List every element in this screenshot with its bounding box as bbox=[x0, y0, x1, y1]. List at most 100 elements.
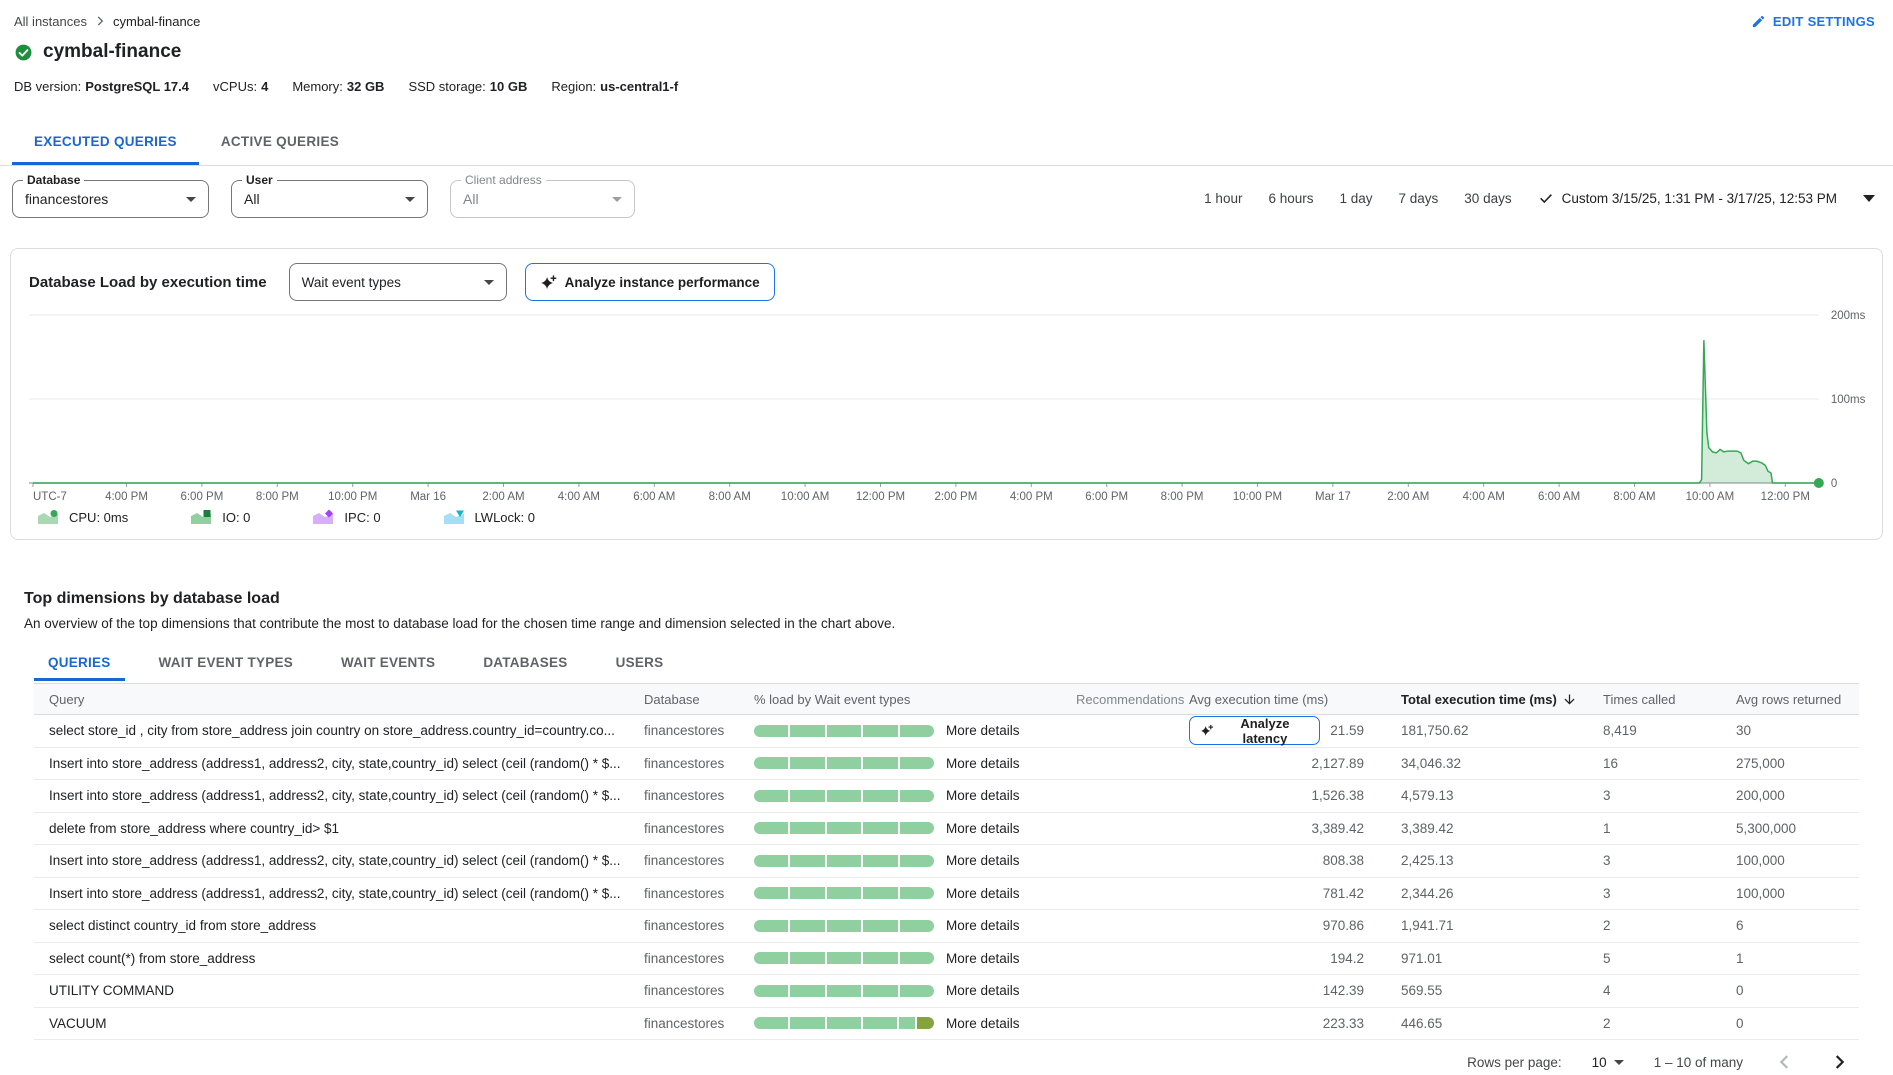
edit-settings-label: EDIT SETTINGS bbox=[1773, 14, 1875, 29]
healthy-check-icon bbox=[14, 43, 33, 62]
more-details-link[interactable]: More details bbox=[946, 788, 1020, 803]
tab-executed-queries[interactable]: EXECUTED QUERIES bbox=[12, 121, 199, 165]
meta-label: vCPUs: bbox=[213, 79, 257, 94]
tab-active-queries[interactable]: ACTIVE QUERIES bbox=[199, 121, 361, 165]
time-range-option-30-days[interactable]: 30 days bbox=[1464, 191, 1511, 206]
chevron-right-icon bbox=[1828, 1051, 1850, 1073]
instance-meta-item: vCPUs:4 bbox=[213, 79, 268, 94]
more-details-link[interactable]: More details bbox=[946, 1016, 1020, 1031]
dimension-select[interactable]: Wait event types bbox=[289, 263, 507, 301]
legend-item-lwlock[interactable]: LWLock: 0 bbox=[443, 509, 535, 525]
avg-execution-time-cell: 3,389.42 bbox=[1189, 821, 1364, 836]
legend-item-io[interactable]: IO: 0 bbox=[190, 509, 250, 525]
times-called-cell: 4 bbox=[1603, 983, 1736, 998]
load-bar bbox=[754, 725, 934, 737]
edit-settings-button[interactable]: EDIT SETTINGS bbox=[1751, 14, 1875, 29]
load-bar-segment bbox=[790, 855, 824, 867]
queries-table-rows: select store_id , city from store_addres… bbox=[34, 715, 1859, 1040]
load-cell: More details bbox=[754, 918, 1076, 933]
database-cell: financestores bbox=[644, 821, 754, 836]
instance-meta-item: SSD storage:10 GB bbox=[408, 79, 527, 94]
database-filter-select[interactable]: Database financestores bbox=[12, 180, 209, 218]
avg-ms-value: 781.42 bbox=[1323, 886, 1364, 901]
table-row[interactable]: Insert into store_address (address1, add… bbox=[34, 748, 1859, 781]
more-details-link[interactable]: More details bbox=[946, 756, 1020, 771]
column-header-avg-rows[interactable]: Avg rows returned bbox=[1736, 692, 1859, 707]
time-range-dropdown-icon[interactable] bbox=[1863, 195, 1875, 202]
column-header-total-execution-time[interactable]: Total execution time (ms) bbox=[1364, 692, 1603, 707]
avg-ms-value: 1,526.38 bbox=[1311, 788, 1364, 803]
dimension-tab-queries[interactable]: QUERIES bbox=[34, 647, 125, 681]
table-row[interactable]: UTILITY COMMANDfinancestoresMore details… bbox=[34, 975, 1859, 1008]
svg-text:4:00 AM: 4:00 AM bbox=[558, 491, 600, 503]
client-address-filter-label: Client address bbox=[461, 173, 546, 187]
load-bar-segment bbox=[863, 920, 897, 932]
database-cell: financestores bbox=[644, 983, 754, 998]
column-header-avg-execution-time[interactable]: Avg execution time (ms) bbox=[1189, 692, 1364, 707]
avg-execution-time-cell: 223.33 bbox=[1189, 1016, 1364, 1031]
analyze-latency-button[interactable]: Analyze latency bbox=[1189, 716, 1320, 745]
dropdown-caret-icon bbox=[612, 197, 622, 202]
time-range-option-7-days[interactable]: 7 days bbox=[1399, 191, 1439, 206]
avg-ms-value: 970.86 bbox=[1323, 918, 1364, 933]
load-bar bbox=[754, 1017, 934, 1029]
breadcrumb-all-instances[interactable]: All instances bbox=[14, 14, 87, 29]
more-details-link[interactable]: More details bbox=[946, 918, 1020, 933]
load-bar-segment bbox=[790, 822, 824, 834]
column-header-recommendations[interactable]: Recommendations bbox=[1076, 692, 1189, 707]
avg-ms-value: 808.38 bbox=[1323, 853, 1364, 868]
query-cell: delete from store_address where country_… bbox=[34, 821, 644, 836]
dimension-tab-databases[interactable]: DATABASES bbox=[469, 647, 581, 681]
table-row[interactable]: Insert into store_address (address1, add… bbox=[34, 780, 1859, 813]
time-range-custom[interactable]: Custom 3/15/25, 1:31 PM - 3/17/25, 12:53… bbox=[1538, 190, 1837, 206]
user-filter-select[interactable]: User All bbox=[231, 180, 428, 218]
more-details-link[interactable]: More details bbox=[946, 951, 1020, 966]
load-bar-segment bbox=[754, 725, 788, 737]
column-header-database[interactable]: Database bbox=[644, 692, 754, 707]
more-details-link[interactable]: More details bbox=[946, 723, 1020, 738]
load-bar-segment bbox=[899, 1017, 914, 1029]
time-range-option-6-hours[interactable]: 6 hours bbox=[1268, 191, 1313, 206]
dimension-tab-wait-events[interactable]: WAIT EVENTS bbox=[327, 647, 449, 681]
more-details-link[interactable]: More details bbox=[946, 821, 1020, 836]
table-row[interactable]: select store_id , city from store_addres… bbox=[34, 715, 1859, 748]
previous-page-button[interactable] bbox=[1773, 1050, 1797, 1074]
table-row[interactable]: Insert into store_address (address1, add… bbox=[34, 878, 1859, 911]
table-row[interactable]: VACUUMfinancestoresMore details223.33446… bbox=[34, 1008, 1859, 1041]
dimension-tab-users[interactable]: USERS bbox=[602, 647, 678, 681]
avg-execution-time-cell: 194.2 bbox=[1189, 951, 1364, 966]
column-header-query[interactable]: Query bbox=[34, 692, 644, 707]
breadcrumb-current: cymbal-finance bbox=[113, 14, 200, 29]
legend-item-cpu[interactable]: CPU: 0ms bbox=[37, 509, 128, 525]
legend-item-ipc[interactable]: IPC: 0 bbox=[312, 509, 380, 525]
table-row[interactable]: select count(*) from store_addressfinanc… bbox=[34, 943, 1859, 976]
next-page-button[interactable] bbox=[1827, 1050, 1851, 1074]
load-bar-segment bbox=[827, 790, 861, 802]
rows-per-page-select[interactable]: 10 bbox=[1592, 1055, 1624, 1070]
column-header-times-called[interactable]: Times called bbox=[1603, 692, 1736, 707]
time-range-option-1-hour[interactable]: 1 hour bbox=[1204, 191, 1242, 206]
dimension-tab-wait-event-types[interactable]: WAIT EVENT TYPES bbox=[145, 647, 308, 681]
load-bar-segment bbox=[754, 757, 788, 769]
column-header-load[interactable]: % load by Wait event types bbox=[754, 692, 1076, 707]
load-cell: More details bbox=[754, 983, 1076, 998]
load-bar-segment bbox=[900, 985, 934, 997]
more-details-link[interactable]: More details bbox=[946, 983, 1020, 998]
table-row[interactable]: select distinct country_id from store_ad… bbox=[34, 910, 1859, 943]
table-row[interactable]: Insert into store_address (address1, add… bbox=[34, 845, 1859, 878]
load-bar-segment bbox=[863, 790, 897, 802]
load-chart[interactable]: UTC-74:00 PM6:00 PM8:00 PM10:00 PMMar 16… bbox=[29, 305, 1864, 507]
table-row[interactable]: delete from store_address where country_… bbox=[34, 813, 1859, 846]
avg-ms-value: 3,389.42 bbox=[1311, 821, 1364, 836]
analyze-instance-performance-button[interactable]: Analyze instance performance bbox=[525, 263, 775, 301]
diamond-marker-icon bbox=[312, 509, 334, 525]
chart-legend: CPU: 0ms IO: 0 IPC: 0 LWLock: 0 bbox=[29, 507, 1864, 531]
time-range-option-1-day[interactable]: 1 day bbox=[1339, 191, 1372, 206]
rows-per-page-value: 10 bbox=[1592, 1055, 1607, 1070]
load-bar-segment bbox=[863, 725, 897, 737]
main-tabs: EXECUTED QUERIESACTIVE QUERIES bbox=[0, 121, 1893, 166]
total-execution-time-cell: 446.65 bbox=[1364, 1016, 1603, 1031]
more-details-link[interactable]: More details bbox=[946, 853, 1020, 868]
svg-text:8:00 AM: 8:00 AM bbox=[1613, 491, 1655, 503]
more-details-link[interactable]: More details bbox=[946, 886, 1020, 901]
